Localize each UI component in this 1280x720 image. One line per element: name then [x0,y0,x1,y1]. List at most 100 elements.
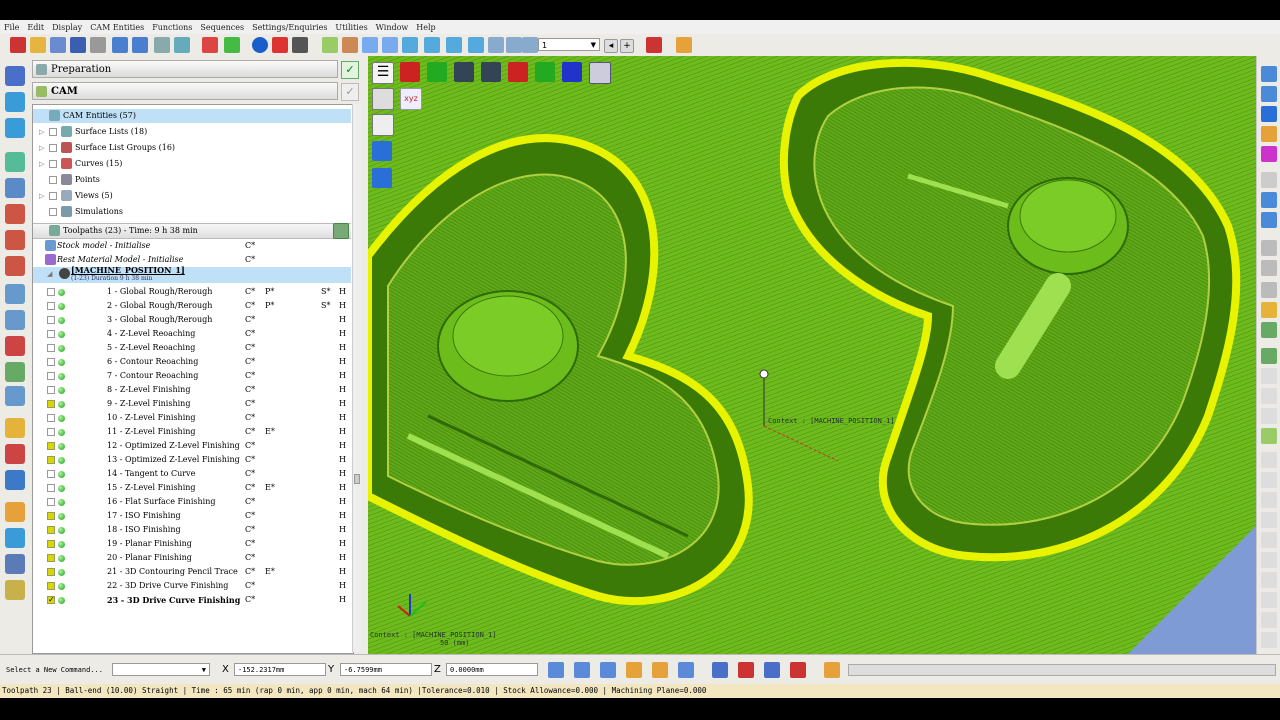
sim-rewind-icon[interactable] [1261,552,1277,568]
render-icon[interactable] [1261,66,1277,82]
eraser-icon[interactable] [1261,172,1277,188]
toolpath-row[interactable]: 20 - Planar Finishing C* H [33,551,351,565]
visibility-checkbox[interactable] [49,208,57,216]
cam-entity-row[interactable]: Points [33,173,351,187]
graphics-viewport[interactable]: Context : [MACHINE_POSITION_1] Context :… [368,56,1256,654]
menu-item-cam-entities[interactable]: CAM Entities [90,23,144,32]
menu-item-sequences[interactable]: Sequences [200,23,244,32]
view-zoom-icon[interactable] [589,62,611,84]
globe-icon[interactable] [252,37,268,53]
toolpath-row[interactable]: 10 - Z-Level Finishing C* H [33,411,351,425]
exit-icon[interactable] [646,37,662,53]
expand-icon[interactable]: ▷ [39,157,47,171]
snap-center-icon[interactable] [626,662,642,678]
shade-material-icon[interactable] [1261,126,1277,142]
undo-icon[interactable] [112,37,128,53]
drill-tool-icon[interactable] [5,336,25,356]
pattern-view-icon[interactable] [1261,428,1277,444]
sim-loop-icon[interactable] [1261,572,1277,588]
postprocess-tool-icon[interactable] [5,554,25,574]
import-icon[interactable] [50,37,66,53]
toolpath-checkbox[interactable] [47,470,55,478]
fit-view-icon[interactable] [468,37,484,53]
snap-grid-icon[interactable] [574,662,590,678]
probe-icon[interactable] [1261,322,1277,338]
toolpath-row[interactable]: ✓ 23 - 3D Drive Curve Finishing C* H [33,593,351,607]
solid-tool-icon[interactable] [5,178,25,198]
ruler-icon[interactable] [1261,282,1277,298]
menu-icon[interactable]: ☰ [372,62,394,84]
toolpath-checkbox[interactable] [47,526,55,534]
sim-record-icon[interactable] [1261,592,1277,608]
next-button[interactable]: + [620,39,634,53]
shade-smooth-icon[interactable] [1261,106,1277,122]
sim-step-icon[interactable] [1261,472,1277,488]
snap-normal-icon[interactable] [678,662,694,678]
stock-model-row[interactable]: Stock model - Initialise C* [33,239,351,253]
toolpath-row[interactable]: 12 - Optimized Z-Level Finishing C* H [33,439,351,453]
toolpath-row[interactable]: 22 - 3D Drive Curve Finishing C* H [33,579,351,593]
toolpath-row[interactable]: 6 - Contour Reoaching C* H [33,355,351,369]
camera-icon[interactable] [292,37,308,53]
wireframe-icon[interactable] [506,37,522,53]
select-tool-icon[interactable] [5,66,25,86]
menu-item-window[interactable]: Window [376,23,409,32]
toolpath-view-icon[interactable] [1261,368,1277,384]
cam-entity-row[interactable]: ▷ Surface Lists (18) [33,125,351,139]
cam-entities-row[interactable]: CAM Entities (57) [33,109,351,123]
toolpath-row[interactable]: 7 - Contour Reoaching C* H [33,369,351,383]
sim-export-icon[interactable] [1261,612,1277,628]
toolpath-checkbox[interactable] [47,554,55,562]
menu-item-edit[interactable]: Edit [27,23,44,32]
toolpath-checkbox[interactable] [47,512,55,520]
toolpath-checkbox[interactable] [47,428,55,436]
toolpath-row[interactable]: 4 - Z-Level Reoaching C* H [33,327,351,341]
checkmark-icon[interactable]: ✓ [341,61,359,79]
point-tool-icon[interactable] [5,92,25,112]
workplane-icon[interactable] [174,37,190,53]
menu-item-functions[interactable]: Functions [152,23,192,32]
scrollbar-thumb[interactable] [354,474,360,484]
shade-icon[interactable] [272,37,288,53]
wire-cube-icon[interactable] [372,114,394,136]
grid-icon[interactable] [154,37,170,53]
toolpath-row[interactable]: 18 - ISO Finishing C* H [33,523,351,537]
sim-settings-icon[interactable] [1261,632,1277,648]
toolpath-checkbox[interactable] [47,358,55,366]
pencil-icon[interactable] [1261,302,1277,318]
fillet-tool-icon[interactable] [5,230,25,250]
toolpath-checkbox[interactable] [47,568,55,576]
new-icon[interactable] [10,37,26,53]
curve-tool-icon[interactable] [5,118,25,138]
cam-entity-row[interactable]: ▷ Surface List Groups (16) [33,141,351,155]
view-top-icon[interactable] [454,62,474,82]
toolpath-checkbox[interactable] [47,582,55,590]
visibility-checkbox[interactable] [49,160,57,168]
toolpath-row[interactable]: 16 - Flat Surface Finishing C* H [33,495,351,509]
layer-icon[interactable] [322,37,338,53]
toolpath-row[interactable]: 2 - Global Rough/Rerough C* P* S* H [33,299,351,313]
measure-icon[interactable] [224,37,240,53]
open-icon[interactable] [30,37,46,53]
help-icon[interactable] [676,37,692,53]
toolpath-checkbox[interactable] [47,344,55,352]
menu-item-display[interactable]: Display [52,23,82,32]
view-iso-icon[interactable] [481,62,501,82]
view-bottom-icon[interactable] [562,62,582,82]
z-coordinate-input[interactable]: 0.0000mm [446,663,538,676]
boolean-tool-icon[interactable] [5,204,25,224]
visibility-checkbox[interactable] [49,128,57,136]
toolpath-checkbox[interactable] [47,316,55,324]
section-icon[interactable] [522,37,538,53]
unblank-icon[interactable] [1261,212,1277,228]
toolpath-row[interactable]: 13 - Optimized Z-Level Finishing C* H [33,453,351,467]
toolpath-checkbox[interactable] [47,540,55,548]
shade-multi-icon[interactable] [1261,146,1277,162]
query-icon[interactable] [712,662,728,678]
toolpath-row[interactable]: 3 - Global Rough/Rerough C* H [33,313,351,327]
rotate-icon[interactable] [424,37,440,53]
report-icon[interactable] [790,662,806,678]
tool-holder-icon[interactable] [5,310,25,330]
zoom-icon[interactable] [362,37,378,53]
cam-entity-row[interactable]: ▷ Curves (15) [33,157,351,171]
